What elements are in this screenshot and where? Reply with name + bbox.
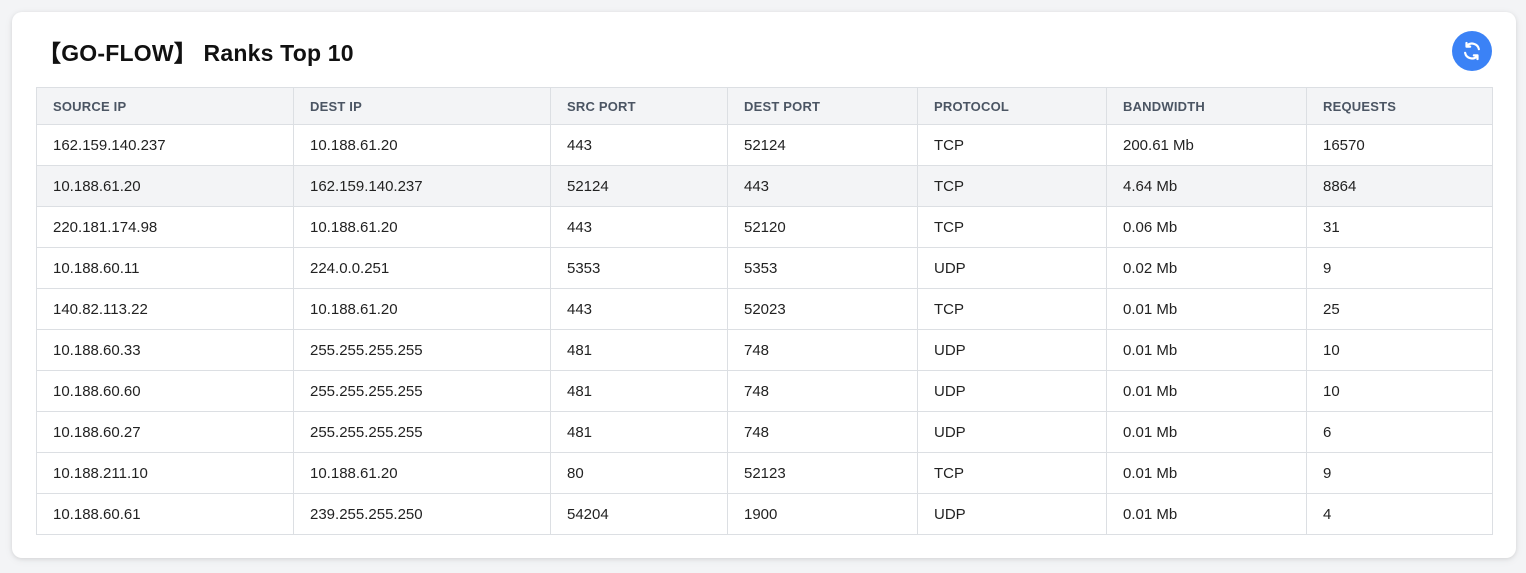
cell-requests: 9 — [1306, 452, 1493, 494]
ranks-table: SOURCE IP DEST IP SRC PORT DEST PORT PRO… — [36, 87, 1493, 535]
cell-protocol: UDP — [917, 247, 1107, 289]
cell-source-ip: 10.188.60.11 — [36, 247, 294, 289]
cell-src-port: 443 — [550, 206, 728, 248]
cell-protocol: UDP — [917, 329, 1107, 371]
cell-source-ip: 10.188.211.10 — [36, 452, 294, 494]
table-row: 10.188.211.10 10.188.61.20 80 52123 TCP … — [36, 452, 1493, 494]
cell-requests: 6 — [1306, 411, 1493, 453]
cell-source-ip: 140.82.113.22 — [36, 288, 294, 330]
column-header-dest-port: DEST PORT — [727, 87, 918, 125]
cell-requests: 10 — [1306, 329, 1493, 371]
cell-bandwidth: 0.06 Mb — [1106, 206, 1307, 248]
table-header: SOURCE IP DEST IP SRC PORT DEST PORT PRO… — [36, 87, 1493, 125]
cell-requests: 4 — [1306, 493, 1493, 535]
cell-src-port: 80 — [550, 452, 728, 494]
cell-protocol: UDP — [917, 370, 1107, 412]
cell-dest-port: 5353 — [727, 247, 918, 289]
table-row: 140.82.113.22 10.188.61.20 443 52023 TCP… — [36, 288, 1493, 330]
table-body: 162.159.140.237 10.188.61.20 443 52124 T… — [36, 124, 1493, 535]
cell-dest-port: 748 — [727, 411, 918, 453]
refresh-button[interactable] — [1452, 31, 1492, 71]
column-header-requests: REQUESTS — [1306, 87, 1493, 125]
cell-dest-port: 52123 — [727, 452, 918, 494]
cell-protocol: UDP — [917, 411, 1107, 453]
cell-requests: 10 — [1306, 370, 1493, 412]
cell-requests: 8864 — [1306, 165, 1493, 207]
cell-src-port: 443 — [550, 288, 728, 330]
cell-src-port: 5353 — [550, 247, 728, 289]
cell-dest-port: 52023 — [727, 288, 918, 330]
ranks-card: 【GO-FLOW】 Ranks Top 10 SOURCE IP DEST IP… — [12, 12, 1516, 558]
cell-source-ip: 162.159.140.237 — [36, 124, 294, 166]
cell-src-port: 54204 — [550, 493, 728, 535]
cell-bandwidth: 0.02 Mb — [1106, 247, 1307, 289]
cell-bandwidth: 0.01 Mb — [1106, 329, 1307, 371]
cell-dest-port: 748 — [727, 329, 918, 371]
cell-source-ip: 220.181.174.98 — [36, 206, 294, 248]
table-row: 10.188.60.33 255.255.255.255 481 748 UDP… — [36, 329, 1493, 371]
cell-dest-ip: 239.255.255.250 — [293, 493, 551, 535]
table-header-row: SOURCE IP DEST IP SRC PORT DEST PORT PRO… — [36, 87, 1493, 125]
cell-src-port: 481 — [550, 370, 728, 412]
cell-src-port: 481 — [550, 329, 728, 371]
cell-protocol: TCP — [917, 124, 1107, 166]
cell-dest-ip: 255.255.255.255 — [293, 370, 551, 412]
cell-bandwidth: 200.61 Mb — [1106, 124, 1307, 166]
cell-dest-ip: 10.188.61.20 — [293, 206, 551, 248]
cell-dest-ip: 10.188.61.20 — [293, 124, 551, 166]
cell-bandwidth: 0.01 Mb — [1106, 452, 1307, 494]
cell-bandwidth: 0.01 Mb — [1106, 493, 1307, 535]
column-header-protocol: PROTOCOL — [917, 87, 1107, 125]
cell-requests: 9 — [1306, 247, 1493, 289]
table-row: 10.188.60.27 255.255.255.255 481 748 UDP… — [36, 411, 1493, 453]
refresh-icon — [1461, 40, 1483, 62]
table-row: 10.188.61.20 162.159.140.237 52124 443 T… — [36, 165, 1493, 207]
cell-src-port: 443 — [550, 124, 728, 166]
cell-protocol: TCP — [917, 288, 1107, 330]
cell-requests: 16570 — [1306, 124, 1493, 166]
cell-source-ip: 10.188.60.27 — [36, 411, 294, 453]
cell-protocol: TCP — [917, 206, 1107, 248]
cell-bandwidth: 0.01 Mb — [1106, 370, 1307, 412]
table-row: 162.159.140.237 10.188.61.20 443 52124 T… — [36, 124, 1493, 166]
cell-dest-ip: 224.0.0.251 — [293, 247, 551, 289]
table-row: 10.188.60.11 224.0.0.251 5353 5353 UDP 0… — [36, 247, 1493, 289]
cell-dest-port: 1900 — [727, 493, 918, 535]
cell-requests: 31 — [1306, 206, 1493, 248]
column-header-bandwidth: BANDWIDTH — [1106, 87, 1307, 125]
cell-bandwidth: 0.01 Mb — [1106, 411, 1307, 453]
cell-bandwidth: 0.01 Mb — [1106, 288, 1307, 330]
page-title: 【GO-FLOW】 Ranks Top 10 — [38, 40, 354, 66]
cell-dest-ip: 255.255.255.255 — [293, 411, 551, 453]
cell-protocol: TCP — [917, 165, 1107, 207]
cell-src-port: 481 — [550, 411, 728, 453]
cell-source-ip: 10.188.60.60 — [36, 370, 294, 412]
table-row: 10.188.60.60 255.255.255.255 481 748 UDP… — [36, 370, 1493, 412]
cell-dest-ip: 162.159.140.237 — [293, 165, 551, 207]
cell-source-ip: 10.188.61.20 — [36, 165, 294, 207]
cell-dest-port: 52120 — [727, 206, 918, 248]
cell-protocol: UDP — [917, 493, 1107, 535]
cell-dest-ip: 255.255.255.255 — [293, 329, 551, 371]
table-row: 220.181.174.98 10.188.61.20 443 52120 TC… — [36, 206, 1493, 248]
table-row: 10.188.60.61 239.255.255.250 54204 1900 … — [36, 493, 1493, 535]
cell-source-ip: 10.188.60.33 — [36, 329, 294, 371]
cell-dest-port: 443 — [727, 165, 918, 207]
cell-src-port: 52124 — [550, 165, 728, 207]
column-header-source-ip: SOURCE IP — [36, 87, 294, 125]
ranks-table-container: SOURCE IP DEST IP SRC PORT DEST PORT PRO… — [36, 87, 1493, 535]
cell-bandwidth: 4.64 Mb — [1106, 165, 1307, 207]
cell-dest-ip: 10.188.61.20 — [293, 452, 551, 494]
cell-source-ip: 10.188.60.61 — [36, 493, 294, 535]
cell-dest-port: 748 — [727, 370, 918, 412]
column-header-dest-ip: DEST IP — [293, 87, 551, 125]
cell-dest-ip: 10.188.61.20 — [293, 288, 551, 330]
cell-dest-port: 52124 — [727, 124, 918, 166]
column-header-src-port: SRC PORT — [550, 87, 728, 125]
cell-requests: 25 — [1306, 288, 1493, 330]
cell-protocol: TCP — [917, 452, 1107, 494]
